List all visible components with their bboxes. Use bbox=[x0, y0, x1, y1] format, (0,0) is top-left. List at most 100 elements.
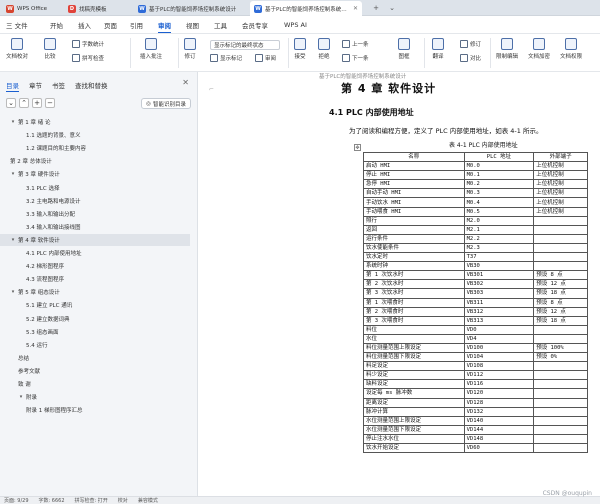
toc-item[interactable]: 参考文献 bbox=[0, 365, 190, 377]
address-table[interactable]: 名称 PLC 地址 外部端子 启动 HMI M0.0 上位机控制 停止 HMI M0.1… bbox=[363, 151, 588, 454]
table-cell[interactable] bbox=[533, 370, 588, 381]
table-cell[interactable]: 预设 100% bbox=[533, 342, 588, 354]
table-cell[interactable]: 饮水定时 bbox=[363, 252, 465, 263]
expand-arrow-icon[interactable]: ▾ bbox=[10, 171, 16, 177]
table-cell[interactable]: 脉冲计算 bbox=[363, 406, 465, 417]
table-move-handle-icon[interactable]: ✥ bbox=[354, 144, 361, 151]
table-cell[interactable]: VD112 bbox=[463, 370, 535, 381]
close-icon[interactable]: ✕ bbox=[182, 78, 189, 87]
table-cell[interactable] bbox=[533, 333, 588, 344]
toc-item[interactable]: ▾ 第 5 章 组态设计 bbox=[0, 286, 190, 298]
table-cell[interactable]: VD4 bbox=[463, 333, 535, 344]
restrict-editing-button[interactable]: 限制编辑 bbox=[496, 38, 518, 60]
table-cell[interactable] bbox=[533, 433, 588, 445]
tab-wps-office[interactable]: W WPS Office bbox=[2, 1, 54, 16]
document-permission-button[interactable]: 文档权限 bbox=[560, 38, 582, 60]
menu-view[interactable]: 视图 bbox=[186, 16, 199, 34]
accept-button[interactable]: 接受 bbox=[294, 38, 306, 60]
toc-item[interactable]: 总结 bbox=[0, 352, 190, 364]
table-cell[interactable]: 上位机控制 bbox=[533, 161, 588, 172]
table-cell[interactable]: VB311 bbox=[463, 297, 535, 308]
toc-item[interactable]: ▾ 第 1 章 绪 论 bbox=[0, 116, 190, 128]
menu-home[interactable]: 开始 bbox=[50, 16, 63, 34]
toc-item[interactable]: ▾ 第 4 章 软件设计 bbox=[0, 233, 190, 246]
frame-button[interactable]: 图框 bbox=[398, 38, 410, 60]
table-cell[interactable]: VD132 bbox=[463, 406, 535, 417]
table-cell[interactable]: VD0 bbox=[463, 324, 535, 335]
table-cell[interactable]: 手动饮水 HMI bbox=[363, 197, 465, 208]
table-cell[interactable]: M0.0 bbox=[463, 161, 535, 172]
table-cell[interactable]: 返回 bbox=[363, 224, 465, 235]
table-cell[interactable]: 照行 bbox=[363, 215, 465, 226]
proofread-button[interactable]: 文档校对 bbox=[6, 38, 28, 60]
table-cell[interactable]: 自动手动 HMI bbox=[363, 188, 465, 199]
toc-item[interactable]: 4.3 流程图程序 bbox=[0, 273, 190, 285]
table-cell[interactable] bbox=[533, 261, 588, 272]
tab-bookmarks[interactable]: 书签 bbox=[52, 78, 65, 92]
table-cell[interactable] bbox=[533, 242, 588, 254]
tab-chapters[interactable]: 章节 bbox=[29, 78, 42, 92]
toc-item[interactable]: 5.2 建立数据词典 bbox=[0, 313, 190, 325]
toc-item[interactable]: 4.1 PLC 内部使用地址 bbox=[0, 247, 190, 259]
review-pane-button[interactable]: 审阅 bbox=[255, 54, 276, 62]
expand-arrow-icon[interactable]: ▾ bbox=[10, 119, 16, 125]
table-cell[interactable]: 缺料设定 bbox=[363, 379, 465, 390]
chevron-up-icon[interactable]: ⌃ bbox=[19, 98, 29, 108]
table-cell[interactable]: M0.2 bbox=[463, 179, 535, 190]
table-cell[interactable]: 预设 12 点 bbox=[533, 306, 588, 317]
tab-document-1[interactable]: W 基于PLC的智能饲养场控制系统设计 bbox=[134, 1, 244, 16]
add-icon[interactable]: + bbox=[32, 98, 42, 108]
table-cell[interactable]: 料少设定 bbox=[363, 370, 465, 381]
table-cell[interactable] bbox=[533, 215, 588, 226]
table-cell[interactable]: VD140 bbox=[463, 415, 535, 426]
table-cell[interactable]: VD100 bbox=[463, 342, 535, 354]
table-cell[interactable]: 距离设定 bbox=[363, 397, 465, 408]
table-cell[interactable]: 第 1 次喂食时 bbox=[363, 297, 465, 308]
table-cell[interactable]: M2.1 bbox=[463, 224, 535, 235]
table-cell[interactable]: 预设 8 点 bbox=[533, 270, 588, 281]
translate-button[interactable]: 翻译 bbox=[432, 38, 444, 60]
toc-item[interactable]: 第 2 章 总体设计 bbox=[0, 155, 190, 167]
table-cell[interactable]: M2.2 bbox=[463, 233, 535, 244]
table-cell[interactable]: T37 bbox=[463, 252, 535, 263]
table-cell[interactable]: 停止 HMI bbox=[363, 170, 465, 181]
table-cell[interactable]: VD144 bbox=[463, 424, 535, 435]
table-cell[interactable]: 上位机控制 bbox=[533, 179, 588, 190]
table-cell[interactable]: 预设 8 点 bbox=[533, 297, 588, 308]
close-icon[interactable]: ✕ bbox=[353, 5, 358, 12]
table-cell[interactable] bbox=[533, 224, 588, 235]
table-cell[interactable]: 第 2 次喂食时 bbox=[363, 306, 465, 317]
table-cell[interactable]: 预设 18 点 bbox=[533, 315, 588, 326]
table-cell[interactable]: VD120 bbox=[463, 388, 535, 399]
expand-arrow-icon[interactable]: ▾ bbox=[10, 237, 16, 243]
table-cell[interactable]: VB312 bbox=[463, 306, 535, 317]
toc-item[interactable]: ▾ 第 3 章 硬件设计 bbox=[0, 168, 190, 180]
encrypt-document-button[interactable]: 文档加密 bbox=[528, 38, 550, 60]
status-word-count[interactable]: 字数: 6662 bbox=[39, 497, 65, 504]
table-cell[interactable] bbox=[533, 406, 588, 417]
toc-item[interactable]: 5.3 组态画面 bbox=[0, 326, 190, 338]
menu-file[interactable]: 三 文件 bbox=[6, 16, 28, 34]
spell-check-button[interactable]: 拼写检查 bbox=[72, 54, 104, 62]
table-cell[interactable] bbox=[533, 233, 588, 244]
table-cell[interactable]: VD148 bbox=[463, 433, 535, 445]
table-cell[interactable] bbox=[533, 388, 588, 399]
table-cell[interactable]: M2.0 bbox=[463, 215, 535, 226]
table-cell[interactable]: 上位机控制 bbox=[533, 197, 588, 208]
chevron-down-icon[interactable]: ⌄ bbox=[384, 0, 400, 16]
table-cell[interactable]: 设定每 ms 脉冲数 bbox=[363, 388, 465, 399]
table-cell[interactable]: 第 1 次饮水时 bbox=[363, 270, 465, 281]
table-cell[interactable] bbox=[533, 324, 588, 335]
table-cell[interactable]: VB302 bbox=[463, 279, 535, 290]
table-cell[interactable]: 系统时钟 bbox=[363, 261, 465, 272]
toc-item[interactable]: 3.4 输入和输出接线图 bbox=[0, 221, 190, 233]
table-cell[interactable]: VB313 bbox=[463, 315, 535, 326]
contrast-button[interactable]: 对比 bbox=[460, 54, 481, 62]
expand-arrow-icon[interactable]: ▾ bbox=[18, 394, 24, 400]
table-cell[interactable] bbox=[533, 252, 588, 263]
next-change-button[interactable]: 下一条 bbox=[342, 54, 369, 62]
table-cell[interactable]: VB301 bbox=[463, 270, 535, 281]
tab-document-active[interactable]: W 基于PLC的智能饲养场控制系统设... ✕ bbox=[250, 1, 362, 16]
table-cell[interactable]: VB303 bbox=[463, 288, 535, 299]
status-page[interactable]: 页面: 9/29 bbox=[4, 497, 29, 504]
